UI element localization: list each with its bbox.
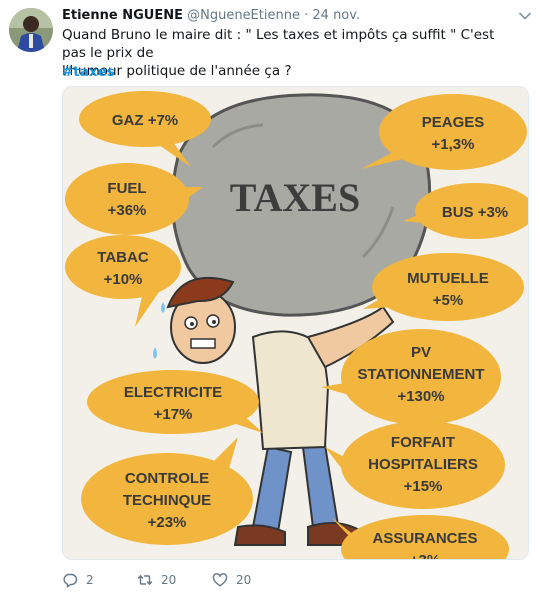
like-count: 20 [236,573,252,587]
bubble-label: FORFAIT [391,434,455,451]
bubble-value: +5% [433,292,463,309]
bubble-label: PV [411,344,431,361]
author-handle[interactable]: @NgueneEtienne [187,8,300,23]
author-name[interactable]: Etienne NGUENE [62,8,183,23]
bubble-value: +15% [404,478,443,495]
bubble-value: +130% [397,388,444,405]
reply-icon [63,573,78,588]
avatar[interactable] [9,8,53,52]
bubble-label: BUS +3% [442,204,508,221]
like-button[interactable]: 20 [212,570,251,590]
bubble-label: STATIONNEMENT [358,366,485,383]
heart-icon [212,573,228,587]
bubble-label: HOSPITALIERS [368,456,478,473]
bubble-value: +17% [154,406,193,423]
avatar-image [9,8,53,52]
boulder-label: TAXES [230,175,360,220]
tweet-timestamp[interactable]: 24 nov. [312,8,360,23]
retweet-button[interactable]: 20 [137,570,176,590]
chevron-down-icon[interactable] [518,8,532,22]
tweet-header: Etienne NGUENE @NgueneEtienne · 24 nov. [62,7,512,25]
bubble-label: ASSURANCES [372,530,477,547]
retweet-icon [137,575,153,585]
tweet-actions: 2 20 20 [62,570,462,590]
taxes-cartoon: TAXES GAZ +7% PEAGES +1,3% FUEL +36% BUS… [63,87,528,560]
reply-button[interactable]: 2 [62,570,94,590]
bubble-value: +3% [410,552,440,560]
bubble-label: FUEL [107,180,146,197]
hashtag-link[interactable]: #taxes [62,63,115,81]
tweet-text-line: Quand Bruno le maire dit : " Les taxes e… [62,27,495,61]
bubble-label: TABAC [97,249,149,266]
tweet-text: Quand Bruno le maire dit : " Les taxes e… [62,26,522,80]
tweet: Etienne NGUENE @NgueneEtienne · 24 nov. … [0,0,542,596]
bubble-label: TECHINQUE [123,492,211,509]
tweet-text-line: l'humour politique de l'année ça ? [62,63,292,79]
bubble-value: +10% [104,271,143,288]
bubble-value: +36% [108,202,147,219]
bubble-label: PEAGES [422,114,485,131]
bubble-label: CONTROLE [125,470,209,487]
bubble-label: MUTUELLE [407,270,489,287]
bubble-label: ELECTRICITE [124,384,222,401]
tweet-media-image[interactable]: TAXES GAZ +7% PEAGES +1,3% FUEL +36% BUS… [62,86,529,560]
reply-count: 2 [86,573,94,587]
separator-dot: · [304,8,309,23]
bubble-label: GAZ +7% [112,112,178,129]
retweet-count: 20 [161,573,177,587]
bubble-value: +1,3% [432,136,475,153]
bubble-value: +23% [148,514,187,531]
